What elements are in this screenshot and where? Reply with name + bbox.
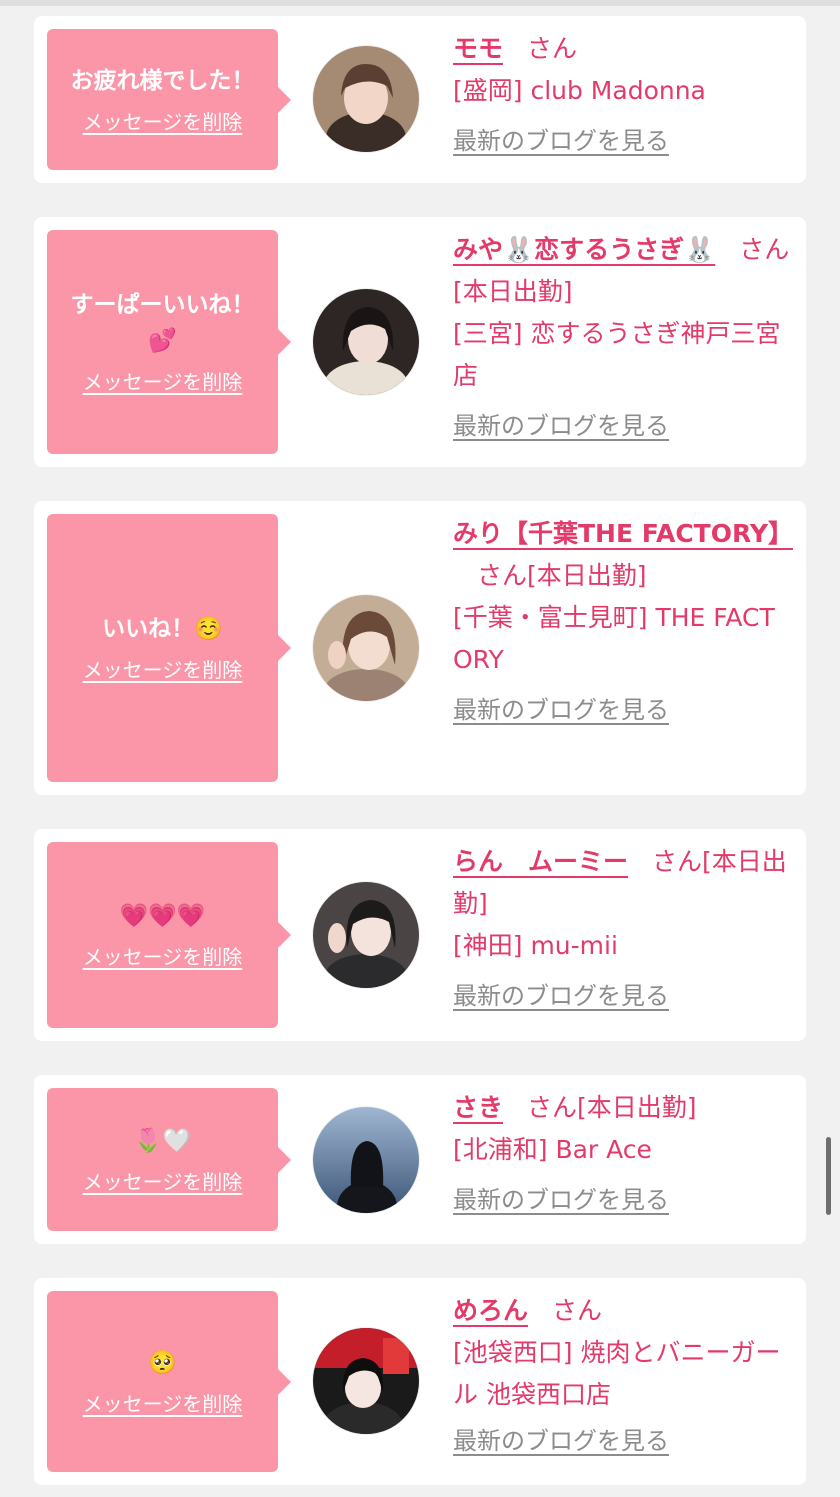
girl-info: みり【千葉THE FACTORY】さん[本日出勤] [千葉・富士見町] THE … xyxy=(453,513,793,727)
girl-info: みや🐰恋するうさぎ🐰 さん [本日出勤] [三宮] 恋するうさぎ神戸三宮店 最新のブ… xyxy=(453,229,793,443)
name-line: モモ さん xyxy=(453,28,793,70)
latest-blog-link[interactable]: 最新のブログを見る xyxy=(453,124,669,158)
message-text: お疲れ様でした！ xyxy=(70,67,255,94)
latest-blog-link[interactable]: 最新のブログを見る xyxy=(453,1424,669,1458)
scrollbar[interactable] xyxy=(826,1137,831,1215)
girl-name-link[interactable]: モモ xyxy=(453,34,503,63)
honorific: さん xyxy=(527,34,578,63)
message-card: 💗💗💗 メッセージを削除 らん ムーミー さん[本日出勤] [神田] mu-mii… xyxy=(34,829,806,1041)
latest-blog-link[interactable]: 最新のブログを見る xyxy=(453,1183,669,1217)
honorific: さん xyxy=(739,235,790,264)
message-list: お疲れ様でした！ メッセージを削除 モモ さん [盛岡] club Madonna… xyxy=(0,0,840,1497)
message-bubble: 🥺 メッセージを削除 xyxy=(47,1291,291,1472)
avatar[interactable] xyxy=(313,46,419,152)
girl-info: モモ さん [盛岡] club Madonna 最新のブログを見る xyxy=(453,28,793,158)
girl-name-link[interactable]: さき xyxy=(453,1093,503,1122)
delete-message-link[interactable]: メッセージを削除 xyxy=(83,1167,243,1197)
delete-message-link[interactable]: メッセージを削除 xyxy=(83,367,243,397)
shop-name: [三宮] 恋するうさぎ神戸三宮店 xyxy=(453,319,781,390)
message-text: すーぱーいいね！💕 xyxy=(70,292,255,354)
avatar[interactable] xyxy=(313,882,419,988)
latest-blog-link[interactable]: 最新のブログを見る xyxy=(453,693,669,727)
delete-message-link[interactable]: メッセージを削除 xyxy=(83,1389,243,1419)
honorific: さん xyxy=(477,561,528,590)
delete-message-link[interactable]: メッセージを削除 xyxy=(83,107,243,137)
delete-message-link[interactable]: メッセージを削除 xyxy=(83,655,243,685)
name-line: みり【千葉THE FACTORY】さん[本日出勤] xyxy=(453,513,793,597)
message-bubble: すーぱーいいね！💕 メッセージを削除 xyxy=(47,230,291,454)
latest-blog-link[interactable]: 最新のブログを見る xyxy=(453,979,669,1013)
girl-name-link[interactable]: みり【千葉THE FACTORY】 xyxy=(453,519,793,548)
shop-name: [池袋西口] 焼肉とバニーガール 池袋西口店 xyxy=(453,1338,781,1409)
girl-name-link[interactable]: めろん xyxy=(453,1296,528,1325)
attendance-status: [本日出勤] xyxy=(453,277,573,306)
girl-name-link[interactable]: らん ムーミー xyxy=(453,847,628,876)
avatar[interactable] xyxy=(313,595,419,701)
name-line: みや🐰恋するうさぎ🐰 さん [本日出勤] xyxy=(453,229,793,313)
name-line: めろん さん xyxy=(453,1290,793,1332)
girl-name-link[interactable]: みや🐰恋するうさぎ🐰 xyxy=(453,235,715,264)
message-bubble: 💗💗💗 メッセージを削除 xyxy=(47,842,291,1028)
message-card: 🥺 メッセージを削除 めろん さん [池袋西口] 焼肉とバニーガール 池袋西口店 … xyxy=(34,1278,806,1485)
avatar[interactable] xyxy=(313,1328,419,1434)
name-line: さき さん[本日出勤] xyxy=(453,1087,793,1129)
message-text: 🌷🤍 xyxy=(133,1127,192,1154)
message-bubble: お疲れ様でした！ メッセージを削除 xyxy=(47,29,291,170)
message-card: 🌷🤍 メッセージを削除 さき さん[本日出勤] [北浦和] Bar Ace 最新… xyxy=(34,1075,806,1244)
honorific: さん xyxy=(527,1093,578,1122)
avatar[interactable] xyxy=(313,289,419,395)
name-line: らん ムーミー さん[本日出勤] xyxy=(453,841,793,925)
honorific: さん xyxy=(552,1296,603,1325)
message-text: 🥺 xyxy=(148,1349,177,1376)
shop-name: [神田] mu-mii xyxy=(453,931,618,960)
shop-name: [盛岡] club Madonna xyxy=(453,76,706,105)
shop-name: [千葉・富士見町] THE FACTORY xyxy=(453,603,775,674)
message-card: お疲れ様でした！ メッセージを削除 モモ さん [盛岡] club Madonna… xyxy=(34,16,806,183)
girl-info: さき さん[本日出勤] [北浦和] Bar Ace 最新のブログを見る xyxy=(453,1087,793,1217)
girl-info: らん ムーミー さん[本日出勤] [神田] mu-mii 最新のブログを見る xyxy=(453,841,793,1013)
attendance-status: [本日出勤] xyxy=(577,1093,697,1122)
avatar[interactable] xyxy=(313,1107,419,1213)
shop-name: [北浦和] Bar Ace xyxy=(453,1135,652,1164)
message-text: 💗💗💗 xyxy=(119,903,206,929)
attendance-status: [本日出勤] xyxy=(527,561,647,590)
girl-info: めろん さん [池袋西口] 焼肉とバニーガール 池袋西口店 最新のブログを見る xyxy=(453,1290,793,1458)
latest-blog-link[interactable]: 最新のブログを見る xyxy=(453,409,669,443)
message-text: いいね！☺️ xyxy=(102,616,223,642)
message-card: いいね！☺️ メッセージを削除 みり【千葉THE FACTORY】さん[本日出勤… xyxy=(34,501,806,795)
message-bubble: いいね！☺️ メッセージを削除 xyxy=(47,514,291,782)
delete-message-link[interactable]: メッセージを削除 xyxy=(83,942,243,972)
honorific: さん xyxy=(652,847,703,876)
message-card: すーぱーいいね！💕 メッセージを削除 みや🐰恋するうさぎ🐰 さん [本日出勤] [三… xyxy=(34,217,806,467)
message-bubble: 🌷🤍 メッセージを削除 xyxy=(47,1088,291,1231)
